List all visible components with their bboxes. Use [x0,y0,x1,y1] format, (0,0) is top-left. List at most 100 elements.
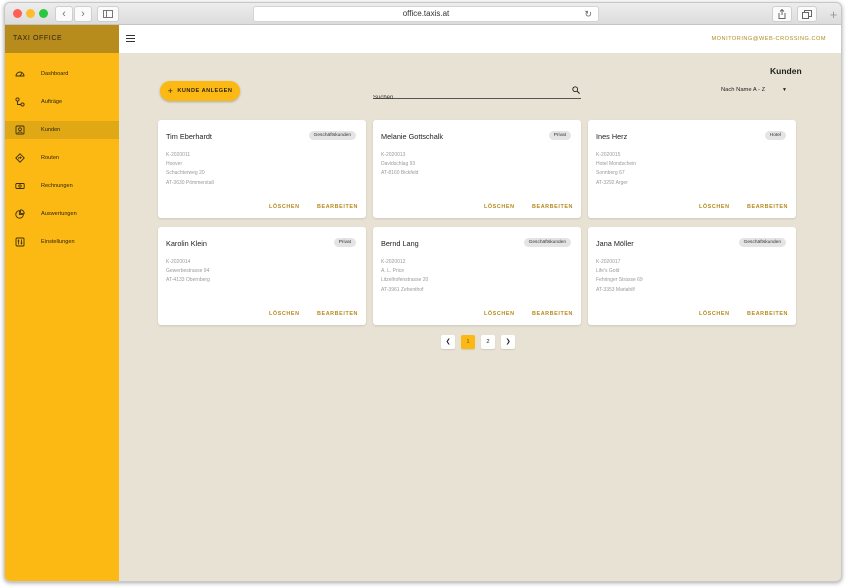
contacts-icon [15,125,25,135]
customer-address: K-2020013 Davidschlag 93 AT-8160 Bickfel… [381,151,418,179]
sidebar-item-label: Kunden [41,127,61,133]
address-line: Hoover [166,161,183,168]
chevron-right-icon: ❯ [505,339,511,345]
sidebar-item-auswertungen[interactable]: Auswertungen [5,205,119,223]
address-line: Gewerbestrasse 94 [166,268,210,275]
user-email-link[interactable]: MONITORING@WEB-CROSSING.COM [712,36,826,42]
address-line: AT-3961 Zehenthof [381,286,424,293]
sidebar-item-einstellungen[interactable]: Einstellungen [5,233,119,251]
customer-card: Bernd Lang Geschäftskunden K-2020012 A. … [373,227,581,325]
url-text: office.taxis.at [402,9,450,18]
share-icon [778,8,786,19]
back-button[interactable]: ‹ [55,6,73,22]
delete-button[interactable]: LÖSCHEN [269,311,300,317]
customer-name: Bernd Lang [381,239,419,248]
address-bar[interactable]: office.taxis.at ↻ [253,6,599,22]
customer-card: Ines Herz Hotel K-2020015 Hotel Mondsche… [588,120,796,218]
customer-id: K-2020015 [596,152,621,158]
address-line: AT-3353 Mariahilf [596,286,635,293]
pie-chart-icon [15,209,25,219]
chevron-left-icon: ‹ [62,8,66,20]
route-icon [15,97,25,107]
money-icon [15,181,25,191]
edit-button[interactable]: BEARBEITEN [317,311,358,317]
search-input[interactable] [373,95,563,101]
plus-icon: + [829,7,838,22]
customer-type-badge: Hotel [764,131,786,140]
delete-button[interactable]: LÖSCHEN [699,204,730,210]
plus-icon: + [167,86,174,96]
gauge-icon [15,69,25,79]
address-line: Life's Gold [596,268,620,275]
search-field [373,86,581,101]
customer-type-badge: Geschäftskunden [523,238,571,247]
customer-type-badge: Geschäftskunden [738,238,786,247]
page-button-1[interactable]: 1 [461,335,475,349]
address-line: Sonnberg 67 [596,170,625,177]
address-line: AT-3630 Pömmerstall [166,179,214,186]
edit-button[interactable]: BEARBEITEN [317,204,358,210]
sidebar-item-label: Aufträge [41,99,63,105]
minimize-window-button[interactable] [26,9,35,18]
delete-button[interactable]: LÖSCHEN [484,204,515,210]
close-window-button[interactable] [13,9,22,18]
address-line: Schachterweg 20 [166,170,205,177]
share-button[interactable] [772,6,792,22]
page-button-2[interactable]: 2 [481,335,495,349]
show-tabs-button[interactable] [797,6,817,22]
browser-toolbar: ‹ › office.taxis.at ↻ + [5,3,841,25]
customer-address: K-2020011 Hoover Schachterweg 20 AT-3630… [166,151,214,188]
delete-button[interactable]: LÖSCHEN [269,204,300,210]
caret-down-icon[interactable]: ▼ [782,87,787,93]
address-line: Litzelhofenstrasse 20 [381,277,429,284]
customer-card: Karolin Klein Privat K-2020014 Gewerbest… [158,227,366,325]
sidebar-item-dashboard[interactable]: Dashboard [5,65,119,83]
reload-icon[interactable]: ↻ [584,7,592,21]
add-customer-button[interactable]: + KUNDE ANLEGEN [160,81,240,101]
zoom-window-button[interactable] [39,9,48,18]
edit-button[interactable]: BEARBEITEN [532,311,573,317]
customer-type-badge: Privat [548,131,571,140]
delete-button[interactable]: LÖSCHEN [699,311,730,317]
sidebar-item-label: Dashboard [41,71,69,77]
customer-card: Jana Möller Geschäftskunden K-2020017 Li… [588,227,796,325]
customer-address: K-2020012 A. L. Price Litzelhofenstrasse… [381,258,428,295]
sort-select[interactable]: Nach Name A - Z [721,87,765,93]
address-line: AT-4133 Obernberg [166,277,210,284]
customer-card: Tim Eberhardt Geschäftskunden K-2020011 … [158,120,366,218]
new-tab-button[interactable]: + [826,7,841,23]
search-icon[interactable] [572,86,580,94]
menu-icon[interactable] [126,35,135,42]
sidebar-item-label: Auswertungen [41,211,77,217]
address-line: Hotel Mondschein [596,161,637,168]
sidebar-toggle-button[interactable] [97,6,119,22]
customer-id: K-2020014 [166,259,191,265]
brand-title: TAXI OFFICE [5,25,119,53]
sliders-icon [15,237,25,247]
sidebar-item-routen[interactable]: Routen [5,149,119,167]
customer-name: Karolin Klein [166,239,207,248]
customer-name: Ines Herz [596,132,628,141]
sidebar-item-auftraege[interactable]: Aufträge [5,93,119,111]
sidebar-item-kunden[interactable]: Kunden [5,121,119,139]
edit-button[interactable]: BEARBEITEN [532,204,573,210]
address-line: A. L. Price [381,268,405,275]
app-header: MONITORING@WEB-CROSSING.COM [119,25,841,53]
sidebar-item-rechnungen[interactable]: Rechnungen [5,177,119,195]
edit-button[interactable]: BEARBEITEN [747,311,788,317]
delete-button[interactable]: LÖSCHEN [484,311,515,317]
edit-button[interactable]: BEARBEITEN [747,204,788,210]
previous-page-button[interactable]: ❮ [441,335,455,349]
directions-icon [15,153,25,163]
forward-button[interactable]: › [74,6,92,22]
customer-card: Melanie Gottschalk Privat K-2020013 Davi… [373,120,581,218]
page-title: Kunden [770,66,802,76]
add-customer-label: KUNDE ANLEGEN [177,88,233,94]
customer-id: K-2020011 [166,152,191,158]
next-page-button[interactable]: ❯ [501,335,515,349]
address-line: AT-3292 Arger [596,179,628,186]
chevron-left-icon: ❮ [445,339,451,345]
customer-address: K-2020015 Hotel Mondschein Sonnberg 67 A… [596,151,636,188]
address-line: Davidschlag 93 [381,161,416,168]
customer-name: Jana Möller [596,239,634,248]
